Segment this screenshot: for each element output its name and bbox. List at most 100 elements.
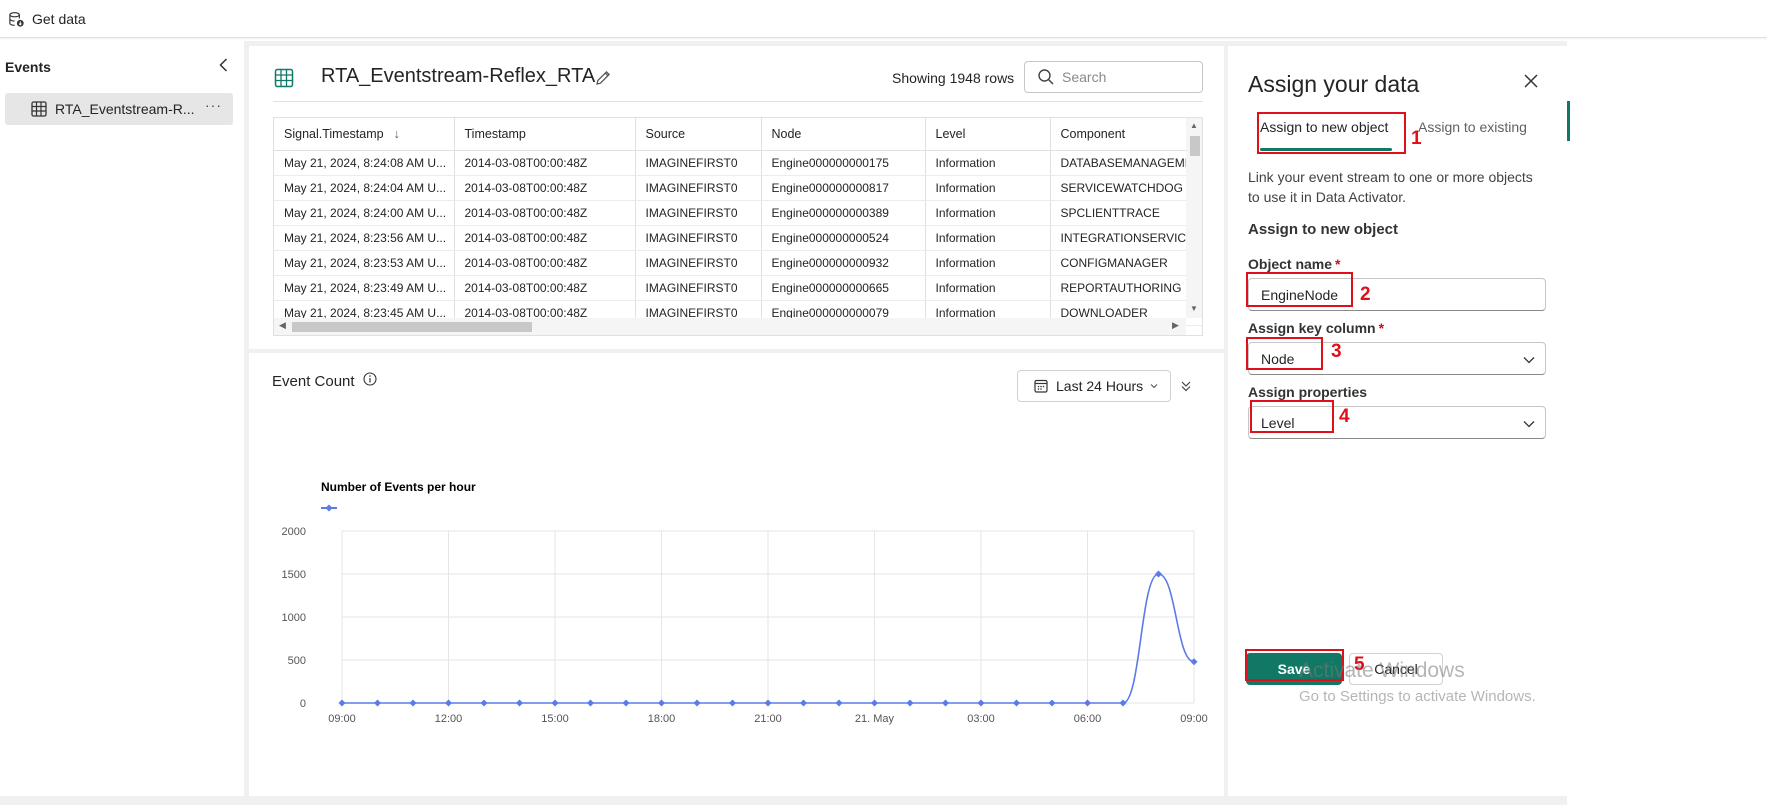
section-title: Assign to new object <box>1248 221 1399 238</box>
table-cell: DATABASEMANAGEMENT <box>1050 150 1202 176</box>
vertical-scrollbar[interactable]: ▲ ▼ <box>1186 118 1202 318</box>
y-tick-label: 0 <box>300 698 306 710</box>
data-point <box>1084 699 1091 707</box>
column-header-component[interactable]: Component <box>1050 118 1202 151</box>
column-header-level[interactable]: Level <box>925 118 1051 151</box>
column-header-source[interactable]: Source <box>635 118 762 151</box>
table-row[interactable]: May 21, 2024, 8:23:49 AM U... 2014-03-08T… <box>274 275 1202 301</box>
table-row[interactable]: May 21, 2024, 8:24:08 AM U... 2014-03-08T… <box>274 150 1202 176</box>
scroll-right-arrow-icon[interactable]: ▶ <box>1172 320 1179 331</box>
table-cell: IMAGINEFIRST0 <box>635 150 762 176</box>
data-point <box>1155 570 1162 578</box>
data-point <box>693 699 701 707</box>
data-point <box>1048 699 1056 707</box>
table-cell: Information <box>925 175 1051 201</box>
column-header-timestamp[interactable]: Timestamp <box>454 118 636 151</box>
object-name-input[interactable]: EngineNode <box>1248 278 1546 311</box>
get-data-button[interactable]: Get data <box>8 8 86 30</box>
data-point <box>480 699 488 707</box>
table-cell: 2014-03-08T00:00:48Z <box>454 225 636 251</box>
data-point <box>729 699 736 707</box>
close-icon[interactable] <box>1523 73 1539 89</box>
x-tick-label: 06:00 <box>1074 713 1102 725</box>
data-point <box>800 699 807 707</box>
chevron-down-icon <box>1523 357 1535 364</box>
table-cell: Information <box>925 250 1051 276</box>
properties-value: Level <box>1261 414 1295 431</box>
chart-title: Number of Events per hour <box>321 480 476 494</box>
x-tick-label: 21. May <box>855 713 895 725</box>
event-item-rta-eventstream[interactable]: RTA_Eventstream-R... ··· <box>5 93 233 125</box>
table-row[interactable]: May 21, 2024, 8:24:00 AM U... 2014-03-08T… <box>274 200 1202 226</box>
eventstream-title: RTA_Eventstream-Reflex_RTA <box>321 65 596 87</box>
table-cell: May 21, 2024, 8:24:04 AM U... <box>274 175 455 201</box>
table-cell: Engine000000000817 <box>761 175 926 201</box>
scrollbar-thumb[interactable] <box>292 322 532 332</box>
events-table: Signal.Timestamp ↓ Timestamp Source Node … <box>274 118 1202 326</box>
data-point <box>622 699 630 707</box>
table-row[interactable]: May 21, 2024, 8:23:56 AM U... 2014-03-08T… <box>274 225 1202 251</box>
table-cell: 2014-03-08T00:00:48Z <box>454 250 636 276</box>
table-cell: Engine000000000932 <box>761 250 926 276</box>
table-cell: May 21, 2024, 8:24:08 AM U... <box>274 150 455 176</box>
callout-number-2: 2 <box>1360 284 1371 305</box>
x-tick-label: 03:00 <box>967 713 995 725</box>
table-cell: Engine000000000524 <box>761 225 926 251</box>
column-header-node[interactable]: Node <box>761 118 926 151</box>
sort-descending-icon: ↓ <box>393 126 400 141</box>
data-point <box>551 699 559 707</box>
chevron-down-icon <box>1523 421 1535 428</box>
pane-splitter[interactable] <box>249 349 1224 353</box>
expand-chevrons-icon[interactable] <box>1179 379 1193 393</box>
table-row[interactable]: May 21, 2024, 8:24:04 AM U... 2014-03-08T… <box>274 175 1202 201</box>
data-point <box>587 699 594 707</box>
right-edge-area <box>1567 41 1767 805</box>
more-options-icon[interactable]: ··· <box>205 97 222 113</box>
horizontal-scrollbar[interactable]: ◀ ▶ <box>274 318 1186 335</box>
time-range-dropdown[interactable]: Last 24 Hours <box>1017 370 1171 402</box>
scroll-up-arrow-icon[interactable]: ▲ <box>1190 121 1198 130</box>
data-point <box>1013 699 1020 707</box>
table-cell: 2014-03-08T00:00:48Z <box>454 275 636 301</box>
x-tick-label: 12:00 <box>435 713 463 725</box>
pencil-edit-icon[interactable] <box>593 68 613 88</box>
table-cell: INTEGRATIONSERVICEF <box>1050 225 1202 251</box>
table-cell: SPCLIENTTRACE <box>1050 200 1202 226</box>
assign-data-panel: Assign your data Assign to new object As… <box>1228 46 1567 796</box>
y-tick-label: 1000 <box>282 612 306 624</box>
object-name-value: EngineNode <box>1261 286 1339 303</box>
table-cell: CONFIGMANAGER <box>1050 250 1202 276</box>
top-bar: Get data <box>0 0 1767 38</box>
data-point <box>409 699 417 707</box>
data-point <box>942 699 949 707</box>
row-count: Showing 1948 rows <box>892 70 1015 86</box>
events-header: Events <box>5 59 51 75</box>
table-cell: 2014-03-08T00:00:48Z <box>454 200 636 226</box>
info-icon[interactable] <box>363 372 377 386</box>
scroll-left-arrow-icon[interactable]: ◀ <box>279 320 286 331</box>
table-cell: REPORTAUTHORING <box>1050 275 1202 301</box>
table-icon <box>274 68 294 88</box>
table-cell: May 21, 2024, 8:23:49 AM U... <box>274 275 455 301</box>
required-marker: * <box>1378 320 1385 336</box>
divider <box>273 101 1203 102</box>
search-input[interactable] <box>1062 69 1182 85</box>
table-row[interactable]: May 21, 2024, 8:23:53 AM U... 2014-03-08T… <box>274 250 1202 276</box>
properties-dropdown[interactable]: Level <box>1248 406 1546 439</box>
search-box[interactable] <box>1024 61 1203 93</box>
table-cell: Engine000000000389 <box>761 200 926 226</box>
scrollbar-thumb[interactable] <box>1190 136 1200 156</box>
tab-assign-to-existing[interactable]: Assign to existing <box>1418 119 1527 135</box>
key-column-dropdown[interactable]: Node <box>1248 342 1546 375</box>
data-preview-panel: RTA_Eventstream-Reflex_RTA Showing 1948 … <box>249 46 1224 796</box>
tab-assign-to-new-object[interactable]: Assign to new object <box>1260 119 1388 135</box>
activate-windows-watermark: Activate Windows <box>1299 659 1465 682</box>
x-tick-label: 21:00 <box>754 713 782 725</box>
calendar-icon <box>1034 379 1048 393</box>
callout-number-4: 4 <box>1339 406 1350 427</box>
table-cell: May 21, 2024, 8:24:00 AM U... <box>274 200 455 226</box>
y-tick-label: 500 <box>288 655 306 667</box>
scroll-down-arrow-icon[interactable]: ▼ <box>1190 304 1198 313</box>
chevron-left-icon[interactable] <box>214 55 234 75</box>
column-header-signal-timestamp[interactable]: Signal.Timestamp ↓ <box>274 118 455 151</box>
